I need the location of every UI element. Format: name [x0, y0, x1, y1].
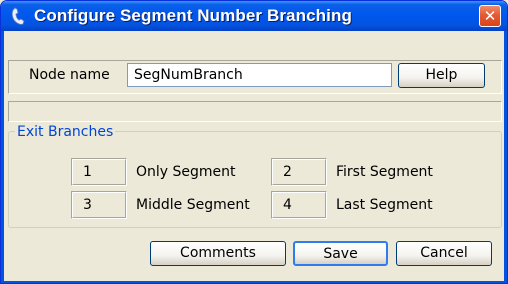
exit-branches-title: Exit Branches: [15, 124, 116, 140]
title-bar[interactable]: Configure Segment Number Branching ✕: [1, 1, 507, 31]
branch-number-cell: 1: [71, 158, 127, 186]
branch-label: Only Segment: [136, 164, 236, 180]
cancel-button[interactable]: Cancel: [396, 241, 492, 266]
branch-number-cell: 2: [271, 158, 327, 186]
branch-label: Last Segment: [336, 197, 433, 213]
branch-number-cell: 3: [71, 191, 127, 219]
close-icon[interactable]: ✕: [479, 5, 501, 27]
save-button[interactable]: Save: [293, 241, 388, 266]
status-strip: [8, 101, 502, 122]
dialog-window: Configure Segment Number Branching ✕ Nod…: [0, 0, 508, 284]
branch-label: Middle Segment: [136, 197, 250, 213]
comments-button[interactable]: Comments: [150, 241, 286, 266]
node-name-label: Node name: [29, 67, 110, 83]
branch-label: First Segment: [336, 164, 433, 180]
window-title: Configure Segment Number Branching: [34, 6, 352, 25]
node-name-field[interactable]: [127, 63, 392, 87]
phone-handset-icon: [9, 6, 29, 26]
branch-number-cell: 4: [271, 191, 327, 219]
help-button[interactable]: Help: [398, 63, 485, 88]
